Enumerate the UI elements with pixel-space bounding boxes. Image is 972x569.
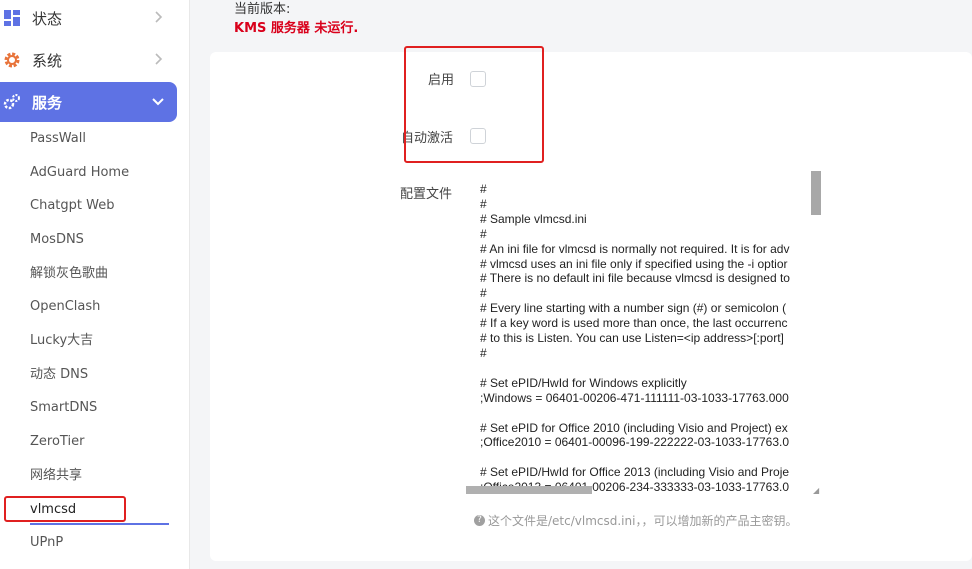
highlight-box-vlmcsd	[4, 496, 126, 522]
sidebar-item-network-share[interactable]: 网络共享	[30, 466, 82, 486]
resize-grip-icon[interactable]: ◢	[813, 487, 821, 495]
question-circle-icon: ?	[474, 515, 485, 526]
nav-item-services[interactable]: 服务	[0, 82, 177, 122]
sidebar-item-passwall[interactable]: PassWall	[30, 129, 86, 149]
config-file-content: # # # Sample vlmcsd.ini # # An ini file …	[480, 182, 790, 495]
sidebar-item-unblock-music[interactable]: 解锁灰色歌曲	[30, 264, 108, 284]
dashboard-icon	[2, 8, 22, 28]
config-file-label: 配置文件	[400, 187, 453, 202]
gear-icon	[2, 50, 22, 70]
sidebar: 状态 系统 服务 PassWall AdGuard Home Chatgpt W…	[0, 0, 190, 569]
vertical-scrollbar-thumb[interactable]	[811, 171, 821, 215]
config-hint: ? 这个文件是/etc/vlmcsd.ini，，可以增加新的产品主密钥。	[474, 512, 797, 529]
chevron-right-icon	[155, 53, 163, 65]
sidebar-item-ddns[interactable]: 动态 DNS	[30, 365, 88, 385]
version-label: 当前版本:	[234, 2, 291, 17]
nav-item-services-label: 服务	[32, 93, 63, 112]
nav-item-system[interactable]: 系统	[0, 40, 177, 80]
services-gears-icon	[2, 92, 22, 112]
chevron-down-icon	[152, 98, 164, 106]
config-hint-text: 这个文件是/etc/vlmcsd.ini，，可以增加新的产品主密钥。	[488, 514, 798, 528]
nav-item-status[interactable]: 状态	[0, 0, 177, 38]
sidebar-item-upnp[interactable]: UPnP	[30, 533, 63, 553]
sidebar-item-smartdns[interactable]: SmartDNS	[30, 398, 97, 418]
kms-status-text: KMS 服务器 未运行.	[234, 21, 359, 36]
nav-item-status-label: 状态	[32, 9, 63, 28]
sidebar-item-chatgpt-web[interactable]: Chatgpt Web	[30, 196, 114, 216]
active-item-underline	[30, 523, 169, 525]
sidebar-item-lucky[interactable]: Lucky大吉	[30, 331, 93, 351]
sidebar-item-openclash[interactable]: OpenClash	[30, 297, 100, 317]
sidebar-item-mosdns[interactable]: MosDNS	[30, 230, 84, 250]
horizontal-scrollbar-thumb[interactable]	[466, 486, 592, 494]
chevron-right-icon	[155, 11, 163, 23]
nav-item-system-label: 系统	[32, 51, 63, 70]
highlight-box-checkboxes	[404, 46, 544, 163]
sidebar-item-zerotier[interactable]: ZeroTier	[30, 432, 84, 452]
sidebar-item-adguard-home[interactable]: AdGuard Home	[30, 163, 129, 183]
config-textarea[interactable]: # # # Sample vlmcsd.ini # # An ini file …	[474, 173, 822, 497]
